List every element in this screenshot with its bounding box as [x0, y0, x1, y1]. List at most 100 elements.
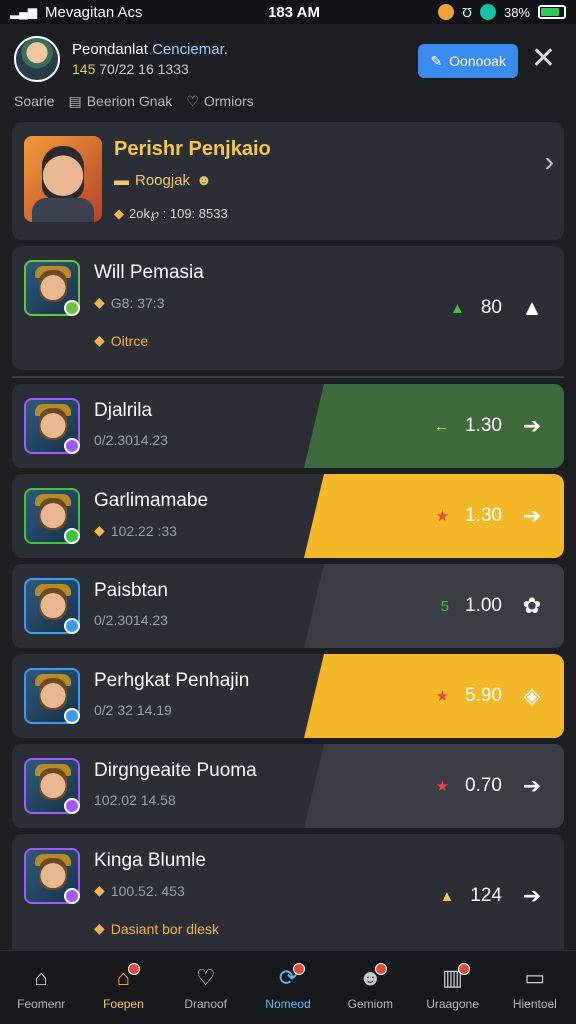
smile-icon: ☻ — [196, 172, 212, 189]
list-item[interactable]: Kinga Blumle ◆ 100.52. 453 ◆ Dasiant bor dle… — [12, 834, 564, 958]
notification-badge — [292, 962, 305, 975]
name-prefix: Peondanlat — [72, 41, 148, 58]
row-value-pill[interactable]: ★ 0.70 ➔ — [304, 744, 564, 828]
list-item[interactable]: Garlimamabe ◆ 102.22 :33 ★ 1.30 ➔ — [12, 474, 564, 558]
tab-favorites[interactable]: ♡ Dranoof — [167, 965, 245, 1011]
signal-strength-icon: Ʊ — [462, 4, 472, 20]
notification-badge — [457, 962, 470, 975]
tab-1[interactable]: ▤ Beerion Gnak — [68, 93, 172, 110]
row-meta: 0/2.3014.23 — [94, 432, 168, 448]
coin-icon: ◆ — [114, 206, 124, 221]
sync-icon — [479, 4, 496, 20]
chest-icon: ▬ — [114, 172, 129, 189]
row-title: Kinga Blumle — [94, 850, 206, 871]
row-amount: 80 — [480, 297, 502, 318]
home-icon: ⌂ — [34, 964, 48, 990]
divider — [12, 376, 564, 378]
row-title: Garlimamabe — [94, 490, 209, 511]
row-action-icon[interactable]: ➔ — [518, 503, 546, 529]
battery-icon — [538, 5, 566, 19]
row-meta: ◆ G8: 37:3 — [94, 294, 165, 311]
tab-stats[interactable]: ▥ Uraagone — [414, 962, 492, 1011]
row-action-icon[interactable]: ➔ — [518, 773, 546, 799]
row-lead-icon: ▲ — [450, 299, 465, 317]
chest-icon: ◆ — [94, 332, 105, 348]
row-meta: ◆ 102.22 :33 — [94, 522, 177, 539]
meta-num: 145 — [72, 61, 96, 77]
tab-home[interactable]: ⌂ Feomenr — [2, 965, 80, 1011]
list-item[interactable]: Perhgkat Penhajin 0/2 32 14.19 ★ 5.90 ◈ — [12, 654, 564, 738]
featured-avatar — [24, 136, 102, 222]
row-meta: 0/2.3014.23 — [94, 612, 168, 628]
row-value-pill[interactable]: ▲ 124 ➔ — [304, 854, 564, 938]
row-avatar — [24, 398, 80, 454]
row-title: Will Pemasia — [94, 262, 204, 283]
row-lead-icon: ★ — [435, 778, 450, 795]
row-extra: ◆ Dasiant bor dlesk — [94, 920, 219, 937]
row-avatar — [24, 578, 80, 634]
row-amount: 1.00 — [465, 595, 502, 616]
coin-icon: ◆ — [94, 294, 105, 310]
featured-card[interactable]: Perishr Penjkaio ▬ Roogjak ☻ ◆ 2ok℘ : 10… — [12, 122, 564, 240]
row-extra: ◆ Oitrce — [94, 332, 149, 349]
window-icon: ▭ — [524, 964, 546, 990]
tab-2[interactable]: ♡ Ormiors — [186, 93, 253, 110]
chevron-right-icon[interactable]: › — [545, 146, 554, 178]
leaderboard-list: Perishr Penjkaio ▬ Roogjak ☻ ◆ 2ok℘ : 10… — [12, 122, 564, 964]
row-lead-icon: ★ — [435, 508, 450, 525]
row-avatar — [24, 260, 80, 316]
row-amount: 0.70 — [465, 775, 502, 796]
row-value-pill[interactable]: ★ 5.90 ◈ — [304, 654, 564, 738]
list-item[interactable]: Will Pemasia ◆ G8: 37:3 ◆ Oitrce ▲ 80 ▲ — [12, 246, 564, 370]
tab-nomeod[interactable]: ⟳ Nomeod — [249, 962, 327, 1011]
edit-icon: ✎ — [430, 52, 443, 69]
status-icons: Ʊ 38% — [438, 4, 566, 20]
row-meta: ◆ 100.52. 453 — [94, 882, 185, 899]
chest-icon: ◆ — [94, 920, 105, 936]
featured-title: Perishr Penjkaio — [114, 138, 271, 160]
avatar[interactable] — [14, 36, 60, 82]
row-value-pill[interactable]: 5 1.00 ✿ — [304, 564, 564, 648]
notification-icon — [438, 4, 455, 20]
tab-profile[interactable]: ☻ Gemiom — [331, 962, 409, 1011]
row-action-icon[interactable]: ▲ — [518, 295, 546, 321]
profile-meta: 145 70/22 16 1333 — [72, 61, 228, 77]
coin-icon: ◆ — [94, 522, 105, 538]
battery-label: 38% — [503, 4, 530, 20]
row-meta: 102.02 14.58 — [94, 792, 176, 808]
chat-icon: ♡ — [186, 92, 199, 109]
notification-badge — [128, 962, 141, 975]
close-icon[interactable]: ✕ — [531, 44, 556, 74]
row-action-icon[interactable]: ✿ — [518, 593, 546, 619]
profile-text: Peondanlat Cenciemar. 145 70/22 16 1333 — [72, 41, 228, 77]
coin-icon: ◆ — [94, 882, 105, 898]
tab-window[interactable]: ▭ Hientoel — [496, 965, 574, 1011]
row-action-icon[interactable]: ➔ — [518, 413, 546, 439]
row-amount: 5.90 — [465, 685, 502, 706]
carrier-label: Mevagitan Acs — [44, 3, 143, 21]
header-action-label: Oonooak — [449, 53, 506, 69]
list-item[interactable]: Dirgngeaite Puoma 102.02 14.58 ★ 0.70 ➔ — [12, 744, 564, 828]
row-value-pill[interactable]: ★ 1.30 ➔ — [304, 474, 564, 558]
row-lead-icon: ★ — [435, 688, 450, 705]
signal-icon: ▂▄▆ — [10, 5, 37, 19]
row-lead-icon: 5 — [440, 597, 450, 615]
row-action-icon[interactable]: ➔ — [518, 883, 546, 909]
row-value-pill[interactable]: ▲ 80 ▲ — [304, 266, 564, 350]
clock: 183 AM — [268, 3, 320, 21]
row-action-icon[interactable]: ◈ — [518, 683, 546, 709]
row-value-pill[interactable]: ← 1.30 ➔ — [304, 384, 564, 468]
row-title: Dirgngeaite Puoma — [94, 760, 257, 781]
list-item[interactable]: Djalrila 0/2.3014.23 ← 1.30 ➔ — [12, 384, 564, 468]
status-bar: ▂▄▆ Mevagitan Acs 183 AM Ʊ 38% — [0, 0, 576, 24]
list-icon: ▤ — [68, 92, 82, 109]
featured-sub: ▬ Roogjak ☻ — [114, 172, 212, 189]
header-action-button[interactable]: ✎ Oonooak — [418, 44, 518, 78]
list-item[interactable]: Paisbtan 0/2.3014.23 5 1.00 ✿ — [12, 564, 564, 648]
tab-shop[interactable]: ⌂ Foepen — [84, 962, 162, 1011]
row-title: Perhgkat Penhajin — [94, 670, 250, 691]
row-title: Djalrila — [94, 400, 153, 421]
tab-0[interactable]: Soarie — [14, 93, 54, 109]
rows-container: Will Pemasia ◆ G8: 37:3 ◆ Oitrce ▲ 80 ▲ Djalrila… — [12, 246, 564, 958]
row-amount: 1.30 — [465, 505, 502, 526]
